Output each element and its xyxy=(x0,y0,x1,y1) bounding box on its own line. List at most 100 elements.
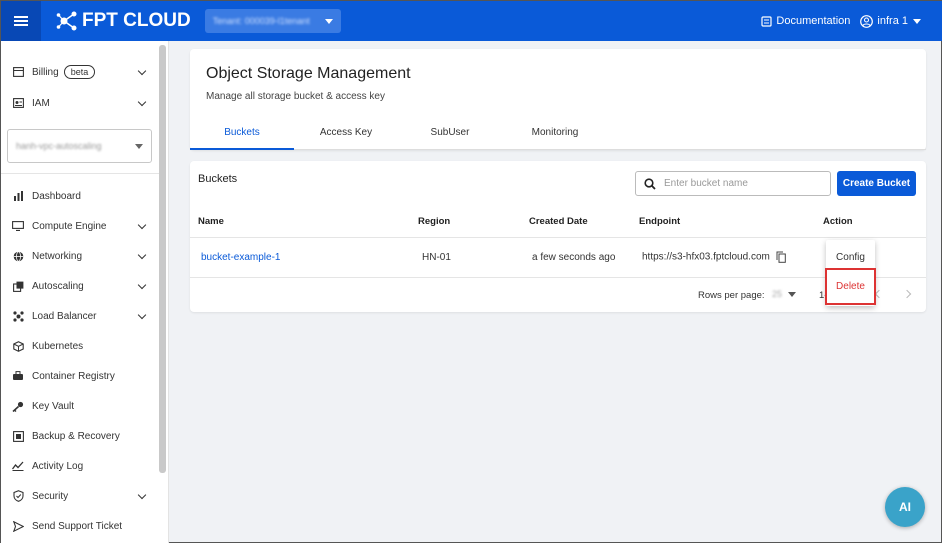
project-name: hanh-vpc-autoscaling xyxy=(16,141,102,151)
sidebar-item-activity-log[interactable]: Activity Log xyxy=(11,456,149,476)
column-header-action: Action xyxy=(823,216,853,227)
chevron-down-icon xyxy=(137,220,147,230)
column-header-endpoint: Endpoint xyxy=(639,216,681,227)
row-divider xyxy=(190,277,926,278)
activity-icon xyxy=(11,459,25,473)
action-menu: Config Delete xyxy=(825,240,876,306)
rows-per-page-value: 25 xyxy=(772,289,783,299)
create-bucket-button[interactable]: Create Bucket xyxy=(837,171,916,196)
next-page-icon[interactable] xyxy=(902,289,912,299)
copy-icon[interactable] xyxy=(776,251,786,263)
id-card-icon xyxy=(11,96,25,110)
sidebar-item-send-support-ticket[interactable]: Send Support Ticket xyxy=(11,516,149,536)
book-icon xyxy=(761,15,773,27)
search-input[interactable] xyxy=(664,178,814,189)
sidebar-item-label: Autoscaling xyxy=(32,280,84,292)
globe-icon xyxy=(11,249,25,263)
previous-page-icon[interactable] xyxy=(874,289,884,299)
sidebar-item-load-balancer[interactable]: Load Balancer xyxy=(11,306,149,326)
sidebar-item-compute-engine[interactable]: Compute Engine xyxy=(11,216,149,236)
sidebar-item-label: IAM xyxy=(32,97,50,109)
chevron-down-icon xyxy=(324,18,333,24)
sidebar-item-autoscaling[interactable]: Autoscaling xyxy=(11,276,149,296)
logo[interactable]: FPT CLOUD xyxy=(56,10,191,32)
menu-toggle-button[interactable] xyxy=(1,1,41,41)
sidebar-item-label: Compute Engine xyxy=(32,220,107,232)
tenant-name: Tenant: 000039-l1tenant xyxy=(212,16,310,26)
sidebar-item-label: Security xyxy=(32,490,69,502)
monitor-icon xyxy=(11,219,25,233)
page-subtitle: Manage all storage bucket & access key xyxy=(206,91,385,102)
send-icon xyxy=(11,519,25,533)
tab-bar: Buckets Access Key SubUser Monitoring xyxy=(190,123,926,150)
logo-text: FPT CLOUD xyxy=(82,10,191,31)
tab-access-key[interactable]: Access Key xyxy=(294,123,398,150)
bucket-search[interactable] xyxy=(635,171,831,196)
sidebar-item-label: Container Registry xyxy=(32,370,115,382)
bucket-name-link[interactable]: bucket-example-1 xyxy=(201,252,280,263)
autoscaling-icon xyxy=(11,279,25,293)
shield-icon xyxy=(11,489,25,503)
project-selector[interactable]: hanh-vpc-autoscaling xyxy=(7,129,152,163)
bucket-endpoint: https://s3-hfx03.fptcloud.com xyxy=(642,251,786,263)
column-header-region: Region xyxy=(418,216,451,227)
sidebar-item-backup-and-recovery[interactable]: Backup & Recovery xyxy=(11,426,149,446)
sidebar-scrollbar[interactable] xyxy=(159,45,166,473)
user-icon xyxy=(860,14,874,28)
sidebar-divider xyxy=(1,173,159,174)
billing-icon xyxy=(11,65,25,79)
column-header-created-date: Created Date xyxy=(529,216,588,227)
chevron-down-icon xyxy=(137,310,147,320)
chevron-down-icon xyxy=(137,97,147,107)
sidebar-item-container-registry[interactable]: Container Registry xyxy=(11,366,149,386)
user-name: infra 1 xyxy=(877,15,908,27)
sidebar-item-key-vault[interactable]: Key Vault xyxy=(11,396,149,416)
documentation-link[interactable]: Documentation xyxy=(761,15,850,27)
ai-label: AI xyxy=(899,500,911,514)
tenant-selector[interactable]: Tenant: 000039-l1tenant xyxy=(204,9,341,33)
sidebar-item-iam[interactable]: IAM xyxy=(11,93,149,113)
chevron-down-icon xyxy=(137,280,147,290)
sidebar-item-label: Networking xyxy=(32,250,83,262)
bar-chart-icon xyxy=(11,189,25,203)
sidebar: Billing beta IAM hanh-vpc-autoscaling Da… xyxy=(1,41,169,543)
column-header-name: Name xyxy=(198,216,224,227)
chevron-down-icon xyxy=(137,490,147,500)
tab-subuser[interactable]: SubUser xyxy=(398,123,502,150)
delete-menu-item[interactable]: Delete xyxy=(825,268,876,305)
user-menu[interactable]: infra 1 xyxy=(860,14,921,28)
page-header-card: Object Storage Management Manage all sto… xyxy=(190,49,926,150)
rows-per-page-select[interactable]: 25 xyxy=(772,289,797,299)
sidebar-item-networking[interactable]: Networking xyxy=(11,246,149,266)
sidebar-item-label: Billing xyxy=(32,66,59,78)
documentation-label: Documentation xyxy=(776,15,851,27)
tab-monitoring[interactable]: Monitoring xyxy=(503,123,607,150)
load-balancer-icon xyxy=(11,309,25,323)
sidebar-item-label: Dashboard xyxy=(32,190,81,202)
buckets-title: Buckets xyxy=(198,173,238,185)
fpt-logo-icon xyxy=(56,11,77,31)
bucket-created-date: a few seconds ago xyxy=(532,252,616,263)
rows-per-page-label: Rows per page: xyxy=(698,290,765,301)
sidebar-item-label: Load Balancer xyxy=(32,310,97,322)
endpoint-url: https://s3-hfx03.fptcloud.com xyxy=(642,251,770,263)
sidebar-item-billing[interactable]: Billing beta xyxy=(11,62,149,82)
bucket-region: HN-01 xyxy=(422,252,451,263)
chevron-down-icon xyxy=(137,66,147,76)
top-bar: FPT CLOUD Tenant: 000039-l1tenant Docume… xyxy=(1,1,942,41)
chevron-down-icon xyxy=(788,291,797,297)
cube-icon xyxy=(11,339,25,353)
sidebar-item-dashboard[interactable]: Dashboard xyxy=(11,186,149,206)
chevron-down-icon xyxy=(135,143,143,149)
buckets-card: Buckets Create Bucket Name Region Create… xyxy=(190,161,926,312)
sidebar-item-security[interactable]: Security xyxy=(11,486,149,506)
sidebar-item-label: Key Vault xyxy=(32,400,75,412)
sidebar-item-label: Kubernetes xyxy=(32,340,84,352)
header-divider xyxy=(190,237,926,238)
hamburger-icon xyxy=(14,20,28,22)
beta-badge: beta xyxy=(63,65,96,79)
tab-buckets[interactable]: Buckets xyxy=(190,123,294,150)
ai-assistant-button[interactable]: AI xyxy=(885,487,925,527)
sidebar-item-kubernetes[interactable]: Kubernetes xyxy=(11,336,149,356)
sidebar-item-label: Send Support Ticket xyxy=(32,520,123,532)
